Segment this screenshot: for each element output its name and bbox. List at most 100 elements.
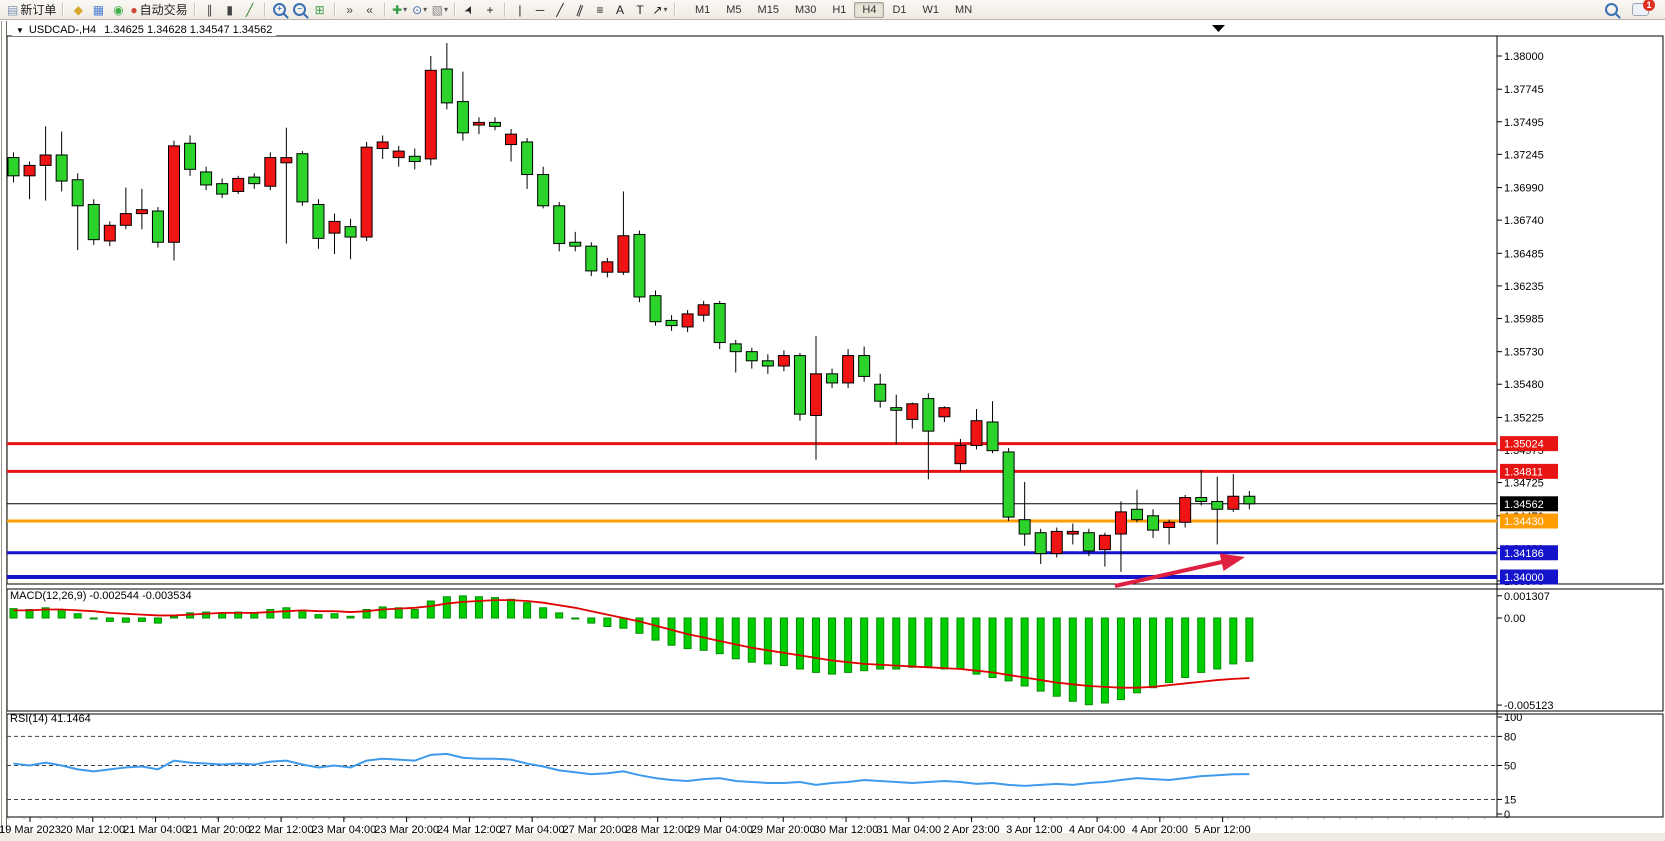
fibonacci-icon[interactable]: ≡ (592, 2, 608, 18)
autotrade-button-label: 自动交易 (140, 2, 188, 18)
trendline-icon[interactable]: ╱ (552, 2, 568, 18)
horizontal-line-icon: ─ (536, 2, 545, 18)
toolbar-separator (194, 3, 196, 17)
autotrade-button: ● (130, 2, 137, 18)
arrows-icon: ↗ (652, 2, 662, 18)
svg-text:1.37745: 1.37745 (1504, 84, 1544, 96)
svg-text:1.38000: 1.38000 (1504, 51, 1544, 63)
add-indicator-icon[interactable]: ✚▾ (392, 2, 408, 18)
arrows-icon[interactable]: ↗▾ (652, 2, 668, 18)
fibonacci-icon: ≡ (596, 2, 603, 18)
zoom-in-icon[interactable]: + (272, 2, 288, 18)
main-toolbar: ▤新订单◆▦◉●自动交易∥▮╱+−⊞»«✚▾⊙▾▧▾➤+|─╱∥≡AT↗▾M1M… (0, 0, 1665, 20)
zoom-out-icon: − (293, 3, 306, 16)
vertical-line-icon: | (518, 2, 521, 18)
window-bottom-edge (0, 833, 1665, 841)
auto-scroll-icon: » (346, 2, 353, 18)
vertical-line-icon[interactable]: | (512, 2, 528, 18)
toolbar-separator (504, 3, 506, 17)
toolbar-separator (334, 3, 336, 17)
zoom-in-icon: + (273, 3, 286, 16)
svg-text:1.35024: 1.35024 (1504, 439, 1544, 451)
svg-text:0.001307: 0.001307 (1504, 591, 1550, 603)
notifications-icon[interactable]: 1 (1632, 3, 1649, 16)
cursor-icon: ➤ (461, 2, 479, 17)
mt4-terminal: ▤新订单◆▦◉●自动交易∥▮╱+−⊞»«✚▾⊙▾▧▾➤+|─╱∥≡AT↗▾M1M… (0, 0, 1665, 841)
timeframe-m5[interactable]: M5 (718, 2, 749, 18)
chart-canvas[interactable]: 1.380001.377451.374951.372451.369901.367… (0, 21, 1665, 841)
collapse-arrow-icon[interactable]: ▼ (16, 26, 24, 35)
text-icon: A (616, 2, 624, 18)
chart-window: ▼ USDCAD-,H4 1.34625 1.34628 1.34547 1.345… (0, 21, 1665, 841)
svg-text:1.36990: 1.36990 (1504, 183, 1544, 195)
template-icon[interactable]: ▧▾ (432, 2, 448, 18)
toolbar-separator (384, 3, 386, 17)
timeframe-h1[interactable]: H1 (824, 2, 854, 18)
timeframe-mn[interactable]: MN (947, 2, 980, 18)
arrows-icon-dropdown: ▾ (664, 2, 668, 18)
period-icon: ⊙ (412, 2, 422, 18)
svg-text:1.34811: 1.34811 (1504, 466, 1543, 478)
chart-titlebar[interactable]: ▼ USDCAD-,H4 1.34625 1.34628 1.34547 1.345… (12, 24, 276, 36)
toolbar-separator (62, 3, 64, 17)
crosshair-icon: + (486, 2, 493, 18)
toolbar-separator (454, 3, 456, 17)
chart-shift-marker[interactable] (1212, 25, 1225, 32)
candlestick-chart-icon: ▮ (226, 2, 233, 18)
eraser-icon: ◆ (74, 2, 83, 18)
main-pane[interactable] (7, 36, 1663, 584)
cursor-icon[interactable]: ➤ (462, 2, 478, 18)
timeframe-m30[interactable]: M30 (787, 2, 824, 18)
equidistant-channel-icon[interactable]: ∥ (572, 2, 588, 18)
new-order-button: ▤ (7, 2, 18, 18)
timeframe-m1[interactable]: M1 (687, 2, 718, 18)
line-chart-icon: ╱ (246, 2, 253, 18)
line-chart-icon[interactable]: ╱ (242, 2, 258, 18)
chart-ohlc-readout: 1.34625 1.34628 1.34547 1.34562 (104, 24, 272, 36)
svg-text:15: 15 (1504, 794, 1516, 806)
template-icon: ▧ (432, 2, 443, 18)
svg-text:50: 50 (1504, 761, 1516, 773)
bar-chart-icon: ∥ (207, 2, 213, 18)
text-label-icon[interactable]: T (632, 2, 648, 18)
period-icon-dropdown: ▾ (423, 2, 427, 18)
timeframe-d1[interactable]: D1 (884, 2, 914, 18)
text-icon[interactable]: A (612, 2, 628, 18)
bar-chart-icon[interactable]: ∥ (202, 2, 218, 18)
timeframe-w1[interactable]: W1 (915, 2, 948, 18)
chart-title: USDCAD-,H4 (29, 24, 96, 36)
text-label-icon: T (636, 2, 643, 18)
market-watch-icon: ▦ (93, 2, 104, 18)
add-indicator-icon-dropdown: ▾ (403, 2, 407, 18)
eraser-icon[interactable]: ◆ (70, 2, 86, 18)
horizontal-line-icon[interactable]: ─ (532, 2, 548, 18)
trendline-icon: ╱ (556, 2, 563, 18)
timeframe-h4[interactable]: H4 (854, 2, 884, 18)
candlestick-chart-icon[interactable]: ▮ (222, 2, 238, 18)
svg-text:1.36235: 1.36235 (1504, 281, 1544, 293)
zoom-out-icon[interactable]: − (292, 2, 308, 18)
period-icon[interactable]: ⊙▾ (412, 2, 428, 18)
svg-text:1.37245: 1.37245 (1504, 149, 1544, 161)
chart-shift-icon: « (366, 2, 373, 18)
svg-text:100: 100 (1504, 712, 1522, 724)
search-icon[interactable] (1605, 3, 1618, 16)
timeframe-bar: M1M5M15M30H1H4D1W1MN (687, 2, 980, 18)
autotrade-button[interactable]: ●自动交易 (130, 2, 187, 18)
macd-label: MACD(12,26,9) -0.002544 -0.003534 (10, 590, 192, 602)
timeframe-m15[interactable]: M15 (750, 2, 787, 18)
signal-icon[interactable]: ◉ (110, 2, 126, 18)
svg-text:0: 0 (1504, 809, 1510, 821)
svg-text:1.35730: 1.35730 (1504, 347, 1544, 359)
new-order-button[interactable]: ▤新订单 (7, 2, 56, 18)
crosshair-icon[interactable]: + (482, 2, 498, 18)
auto-scroll-icon[interactable]: » (342, 2, 358, 18)
tile-windows-icon[interactable]: ⊞ (312, 2, 328, 18)
toolbar-separator (264, 3, 266, 17)
svg-text:1.34725: 1.34725 (1504, 478, 1544, 490)
chart-shift-icon[interactable]: « (362, 2, 378, 18)
svg-text:1.34562: 1.34562 (1504, 499, 1544, 511)
market-watch-icon[interactable]: ▦ (90, 2, 106, 18)
svg-text:1.35985: 1.35985 (1504, 313, 1544, 325)
add-indicator-icon: ✚ (392, 2, 402, 18)
